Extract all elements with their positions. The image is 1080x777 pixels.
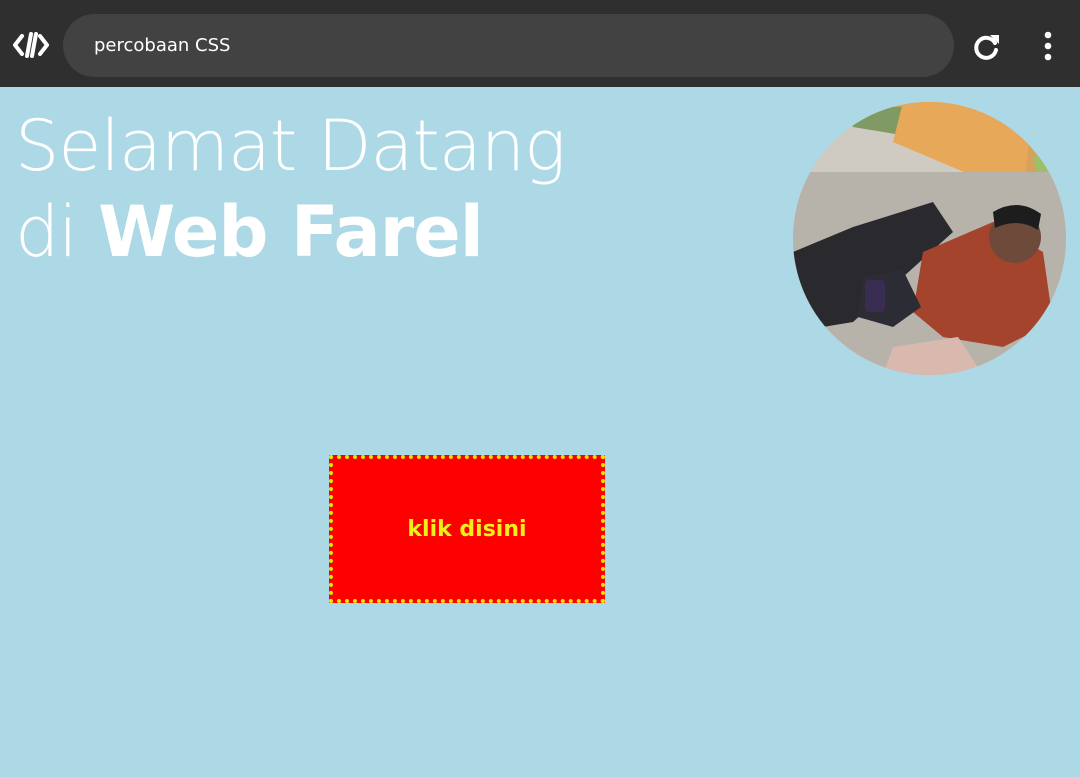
address-text: percobaan CSS xyxy=(94,35,231,56)
heading-line-2: di Web Farel xyxy=(15,189,565,275)
profile-photo-illustration xyxy=(793,102,1066,375)
profile-photo xyxy=(793,102,1066,375)
heading-site-name: Web Farel xyxy=(98,191,484,273)
code-brackets-icon[interactable] xyxy=(12,30,50,60)
welcome-heading: Selamat Datang di Web Farel xyxy=(15,103,566,275)
browser-toolbar: percobaan CSS xyxy=(0,0,1080,87)
heading-prefix: di xyxy=(15,191,78,273)
click-here-button[interactable]: klik disini xyxy=(329,455,605,603)
more-vertical-icon[interactable] xyxy=(1040,30,1056,62)
heading-line-1: Selamat Datang xyxy=(15,105,566,187)
address-bar[interactable]: percobaan CSS xyxy=(63,14,954,77)
reload-icon[interactable] xyxy=(970,31,1002,63)
click-here-label: klik disini xyxy=(407,516,527,542)
